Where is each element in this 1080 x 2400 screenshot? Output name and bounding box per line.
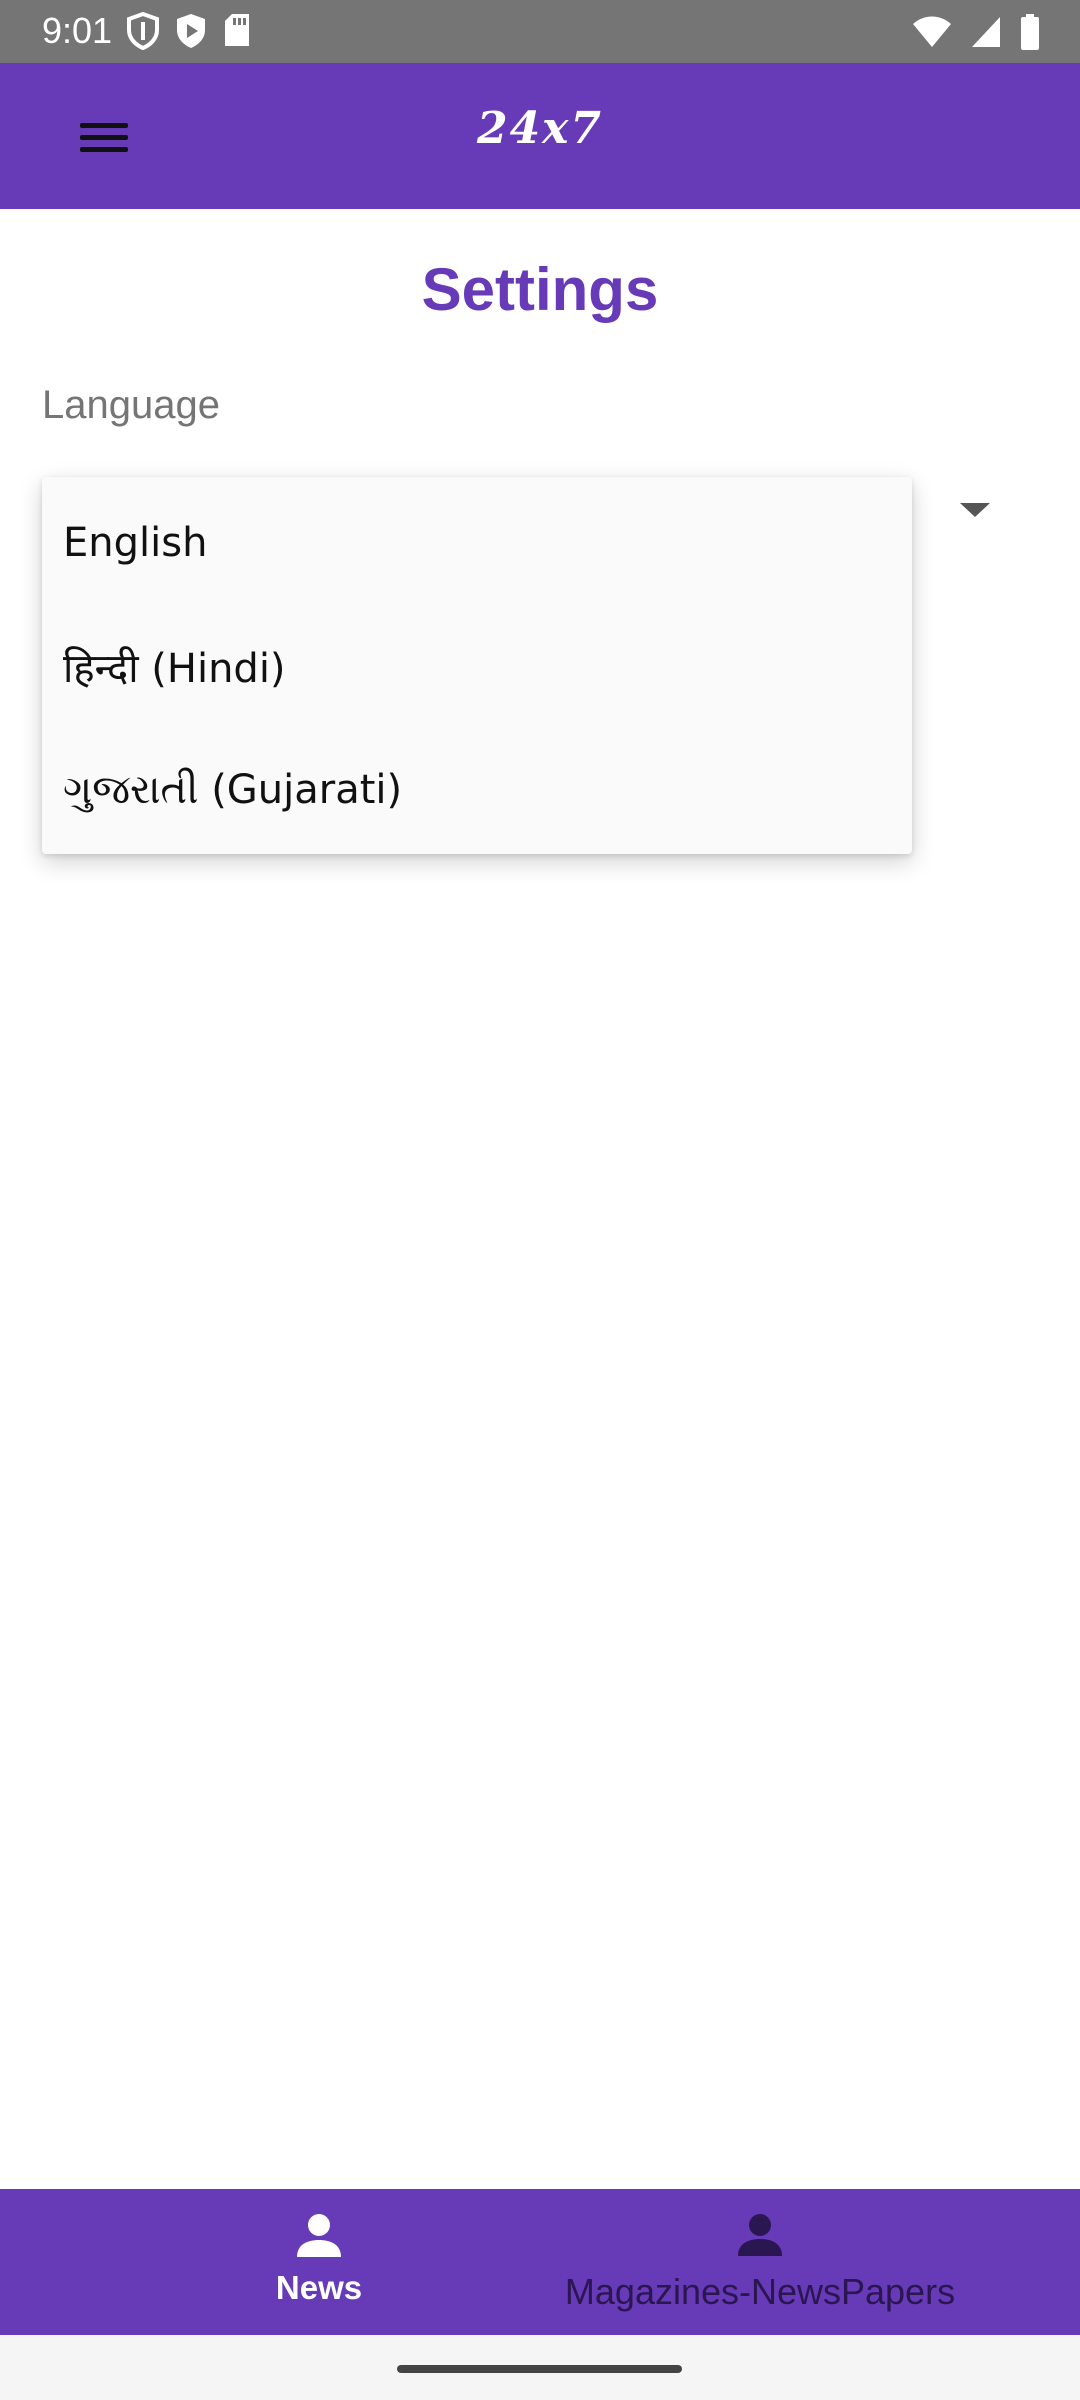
- language-option-english[interactable]: English: [42, 481, 912, 605]
- status-time: 9:01: [42, 10, 113, 51]
- person-icon: [295, 2213, 343, 2263]
- system-navigation-bar: [0, 2335, 1080, 2400]
- home-indicator[interactable]: [397, 2365, 682, 2373]
- sd-card-icon: [222, 12, 252, 50]
- nav-item-news[interactable]: News: [219, 2189, 419, 2335]
- settings-screen: 9:01 24x7 Settings Language English हिन्…: [0, 0, 1080, 2400]
- dropdown-arrow-icon[interactable]: [960, 503, 990, 517]
- language-dropdown-menu: English हिन्दी (Hindi) ગુજરાતી (Gujarati…: [42, 477, 912, 854]
- nav-label-news: News: [275, 2269, 363, 2306]
- nav-item-magazines-newspapers[interactable]: Magazines-NewsPapers: [520, 2189, 1000, 2335]
- wifi-icon: [912, 15, 952, 49]
- signal-icon: [970, 15, 1002, 49]
- shield-icon: [126, 12, 160, 50]
- bottom-navigation: News Magazines-NewsPapers: [0, 2189, 1080, 2335]
- play-protect-icon: [174, 12, 208, 50]
- battery-icon: [1020, 14, 1040, 50]
- app-bar: 24x7: [0, 63, 1080, 209]
- status-right-icons: [912, 14, 1040, 50]
- language-option-gujarati[interactable]: ગુજરાતી (Gujarati): [42, 728, 912, 852]
- nav-label-magazines-newspapers: Magazines-NewsPapers: [564, 2271, 956, 2312]
- page-title: Settings: [421, 256, 659, 323]
- app-title: 24x7: [476, 103, 604, 154]
- status-left-icons: [126, 12, 252, 50]
- language-option-hindi[interactable]: हिन्दी (Hindi): [42, 604, 912, 728]
- person-icon: [737, 2213, 783, 2261]
- language-label: Language: [42, 383, 220, 427]
- status-bar: 9:01: [0, 0, 1080, 63]
